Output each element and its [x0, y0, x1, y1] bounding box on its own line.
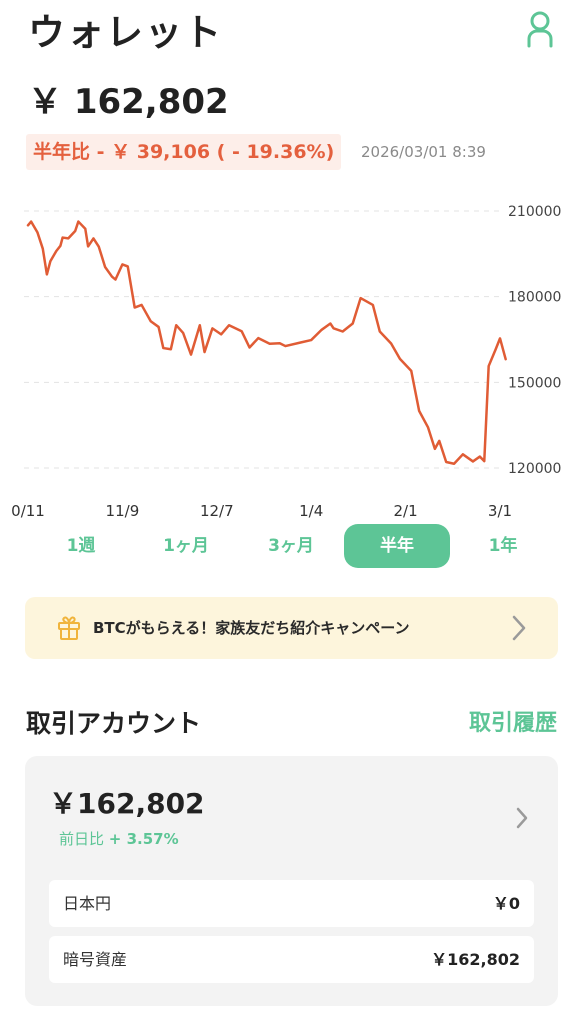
user-icon [527, 11, 553, 48]
tab-1-year[interactable]: 1年 [475, 524, 531, 568]
header: ウォレット [28, 2, 568, 54]
y-tick-label: 120000 [508, 461, 561, 477]
tab-3-months[interactable]: 3ヶ月 [253, 524, 329, 568]
tab-half-year[interactable]: 半年 [344, 524, 450, 568]
account-card[interactable]: ￥162,802 前日比 + 3.57% 日本円 ￥0 暗号資産 ￥162,80… [25, 756, 558, 1006]
asset-name: 日本円 [63, 894, 112, 913]
total-balance: ￥ 162,802 [28, 82, 229, 122]
range-tabs: 1週 1ヶ月 3ヶ月 半年 1年 [0, 524, 583, 570]
x-tick-label: 1/4 [299, 502, 323, 520]
campaign-banner[interactable]: BTCがもらえる！家族友だち紹介キャンペーン [25, 597, 558, 659]
x-tick-label: 3/1 [488, 502, 512, 520]
x-tick-label: 12/7 [200, 502, 234, 520]
asset-row-crypto[interactable]: 暗号資産 ￥162,802 [49, 936, 534, 983]
daily-change: 前日比 + 3.57% [59, 828, 179, 849]
x-tick-label: 0/11 [11, 502, 45, 520]
x-tick-label: 2/1 [394, 502, 418, 520]
daily-change-label: 前日比 [59, 830, 105, 848]
x-tick-label: 11/9 [106, 502, 140, 520]
asset-row-jpy[interactable]: 日本円 ￥0 [49, 880, 534, 927]
tab-1-week[interactable]: 1週 [48, 524, 114, 568]
y-tick-label: 210000 [508, 204, 561, 220]
asset-amount: ￥0 [492, 894, 520, 913]
campaign-text: BTCがもらえる！家族友だち紹介キャンペーン [93, 619, 410, 637]
half-year-change-badge: 半年比 - ￥ 39,106 ( - 19.36%) [26, 134, 342, 170]
trade-history-link[interactable]: 取引履歴 [469, 705, 557, 737]
daily-change-value: + 3.57% [108, 830, 179, 848]
chevron-right-icon [516, 807, 528, 829]
section-title-accounts: 取引アカウント [26, 709, 202, 738]
asset-name: 暗号資産 [63, 950, 128, 969]
account-balance: ￥162,802 [49, 787, 205, 820]
price-timestamp: 2026/03/01 8:39 [361, 143, 486, 161]
series-line [26, 220, 507, 465]
gift-icon [58, 616, 80, 640]
portfolio-chart[interactable]: 210000 180000 150000 120000 0/11 11/9 12/7 1/4 2… [0, 190, 583, 525]
chevron-right-icon [512, 615, 526, 641]
asset-amount: ￥162,802 [431, 950, 520, 969]
y-tick-label: 180000 [508, 290, 561, 306]
y-tick-label: 150000 [508, 375, 561, 391]
page-title: ウォレット [28, 11, 223, 54]
profile-button[interactable] [526, 10, 554, 48]
tab-1-month[interactable]: 1ヶ月 [148, 524, 224, 568]
